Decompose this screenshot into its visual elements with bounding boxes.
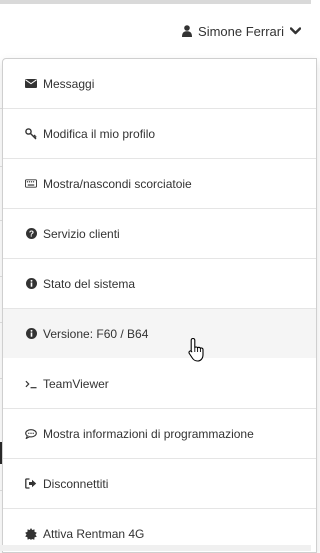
certificate-icon: [25, 527, 37, 540]
top-strip: [0, 0, 311, 4]
menu-item-label: Stato del sistema: [43, 276, 136, 291]
menu-item-disconnettiti[interactable]: Disconnettiti: [3, 459, 316, 509]
top-navbar: Simone Ferrari: [0, 0, 311, 60]
user-menu-toggle[interactable]: Simone Ferrari: [182, 22, 301, 40]
menu-item-label: TeamViewer: [43, 376, 109, 391]
envelope-icon: [25, 78, 37, 90]
comment-icon: [25, 428, 37, 440]
menu-item-label: Servizio clienti: [43, 226, 120, 241]
sign-out-icon: [25, 478, 37, 490]
menu-item-teamviewer[interactable]: TeamViewer: [3, 359, 316, 409]
user-name: Simone Ferrari: [198, 23, 284, 39]
info-circle-icon: [25, 278, 37, 290]
chevron-down-icon: [290, 27, 301, 35]
menu-item-versione[interactable]: Versione: F60 / B64: [3, 309, 316, 359]
menu-item-stato-sistema[interactable]: Stato del sistema: [3, 259, 316, 309]
menu-item-label: Attiva Rentman 4G: [43, 526, 145, 541]
menu-item-label: Mostra/nascondi scorciatoie: [43, 176, 192, 191]
menu-item-label: Mostra informazioni di programmazione: [43, 426, 254, 441]
menu-item-label: Versione: F60 / B64: [43, 326, 149, 341]
terminal-icon: [25, 378, 37, 390]
menu-item-scorciatoie[interactable]: Mostra/nascondi scorciatoie: [3, 159, 316, 209]
menu-item-modifica-profilo[interactable]: Modifica il mio profilo: [3, 109, 316, 159]
background-page-bottom: [0, 545, 311, 551]
menu-item-label: Messaggi: [43, 76, 95, 91]
user-dropdown-menu: Messaggi Modifica il mio profilo Mostra/…: [2, 58, 317, 553]
menu-item-label: Modifica il mio profilo: [43, 126, 156, 141]
info-circle-icon: [25, 328, 37, 340]
menu-item-messaggi[interactable]: Messaggi: [3, 59, 316, 109]
menu-item-info-programmazione[interactable]: Mostra informazioni di programmazione: [3, 409, 316, 459]
keyboard-icon: [25, 178, 37, 190]
key-icon: [25, 127, 37, 140]
question-circle-icon: ?: [25, 228, 37, 240]
menu-item-servizio-clienti[interactable]: ? Servizio clienti: [3, 209, 316, 259]
user-icon: [182, 25, 193, 37]
svg-text:?: ?: [28, 229, 33, 239]
menu-item-label: Disconnettiti: [43, 476, 109, 491]
